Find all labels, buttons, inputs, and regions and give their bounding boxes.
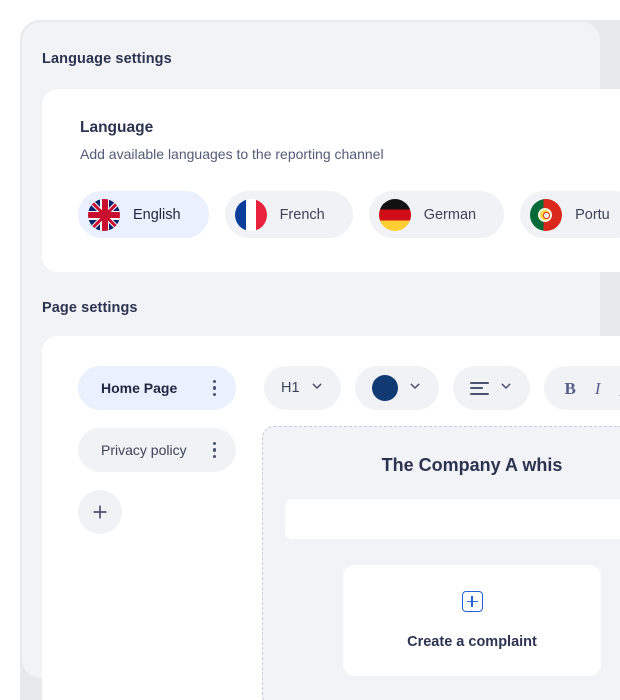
chevron-down-icon — [499, 379, 513, 398]
preview-text-input[interactable] — [285, 499, 620, 539]
add-page-button[interactable] — [78, 490, 122, 534]
app-root: Language settings Language Add available… — [0, 0, 620, 700]
page-editor: Home Page Privacy policy H1 B I The Comp… — [42, 366, 620, 700]
flag-gb-icon — [88, 198, 120, 231]
plus-icon — [92, 504, 108, 520]
language-chip-label: English — [133, 206, 181, 223]
color-swatch — [371, 375, 398, 401]
page-list: Home Page Privacy policy — [78, 366, 254, 534]
preview-heading: The Company A whis — [381, 455, 563, 475]
language-chip-portuguese[interactable]: Portu — [520, 191, 620, 238]
plus-square-icon — [461, 591, 483, 612]
editor-right-column: H1 B I The Company A whis Create a compl… — [254, 366, 620, 700]
language-chip-french[interactable]: French — [224, 191, 353, 238]
italic-button[interactable]: I — [595, 380, 601, 397]
language-chip-list: English French German Portu — [42, 191, 620, 238]
bold-button[interactable]: B — [565, 380, 576, 397]
flag-pt-icon — [530, 198, 563, 231]
page-settings-title: Page settings — [42, 300, 138, 316]
text-color-dropdown[interactable] — [354, 366, 439, 410]
language-chip-german[interactable]: German — [368, 191, 505, 238]
language-card-subtitle: Add available languages to the reporting… — [80, 146, 384, 162]
align-center-icon — [469, 381, 489, 395]
language-card-heading: Language — [80, 119, 154, 136]
page-item-privacy-policy[interactable]: Privacy policy — [78, 428, 236, 472]
text-toolbar: H1 B I — [254, 366, 620, 410]
heading-level-dropdown[interactable]: H1 — [264, 366, 341, 410]
heading-level-value: H1 — [281, 380, 300, 396]
text-format-group: B I U — [543, 366, 620, 410]
page-item-home-page[interactable]: Home Page — [78, 366, 236, 410]
language-chip-label: German — [423, 206, 477, 223]
language-chip-label: French — [279, 206, 325, 223]
flag-de-icon — [378, 198, 411, 231]
language-chip-english[interactable]: English — [78, 191, 209, 238]
language-chip-label: Portu — [575, 206, 610, 223]
page-settings-card: Home Page Privacy policy H1 B I The Comp… — [42, 336, 620, 700]
settings-content: Language settings Language Add available… — [22, 22, 620, 700]
chevron-down-icon — [310, 379, 324, 398]
page-preview-pane: The Company A whis Create a complaint — [262, 426, 620, 700]
language-settings-card: Language Add available languages to the … — [42, 89, 620, 272]
chevron-down-icon — [408, 379, 422, 398]
language-settings-title: Language settings — [42, 51, 172, 67]
flag-fr-icon — [234, 198, 267, 231]
settings-viewport: Language settings Language Add available… — [0, 0, 620, 700]
create-complaint-card[interactable]: Create a complaint — [343, 565, 601, 676]
more-vertical-icon[interactable] — [212, 379, 216, 397]
page-item-label: Privacy policy — [101, 442, 187, 458]
page-item-label: Home Page — [101, 380, 178, 396]
more-vertical-icon[interactable] — [212, 441, 216, 459]
create-complaint-label: Create a complaint — [407, 634, 537, 650]
text-align-dropdown[interactable] — [452, 366, 530, 410]
